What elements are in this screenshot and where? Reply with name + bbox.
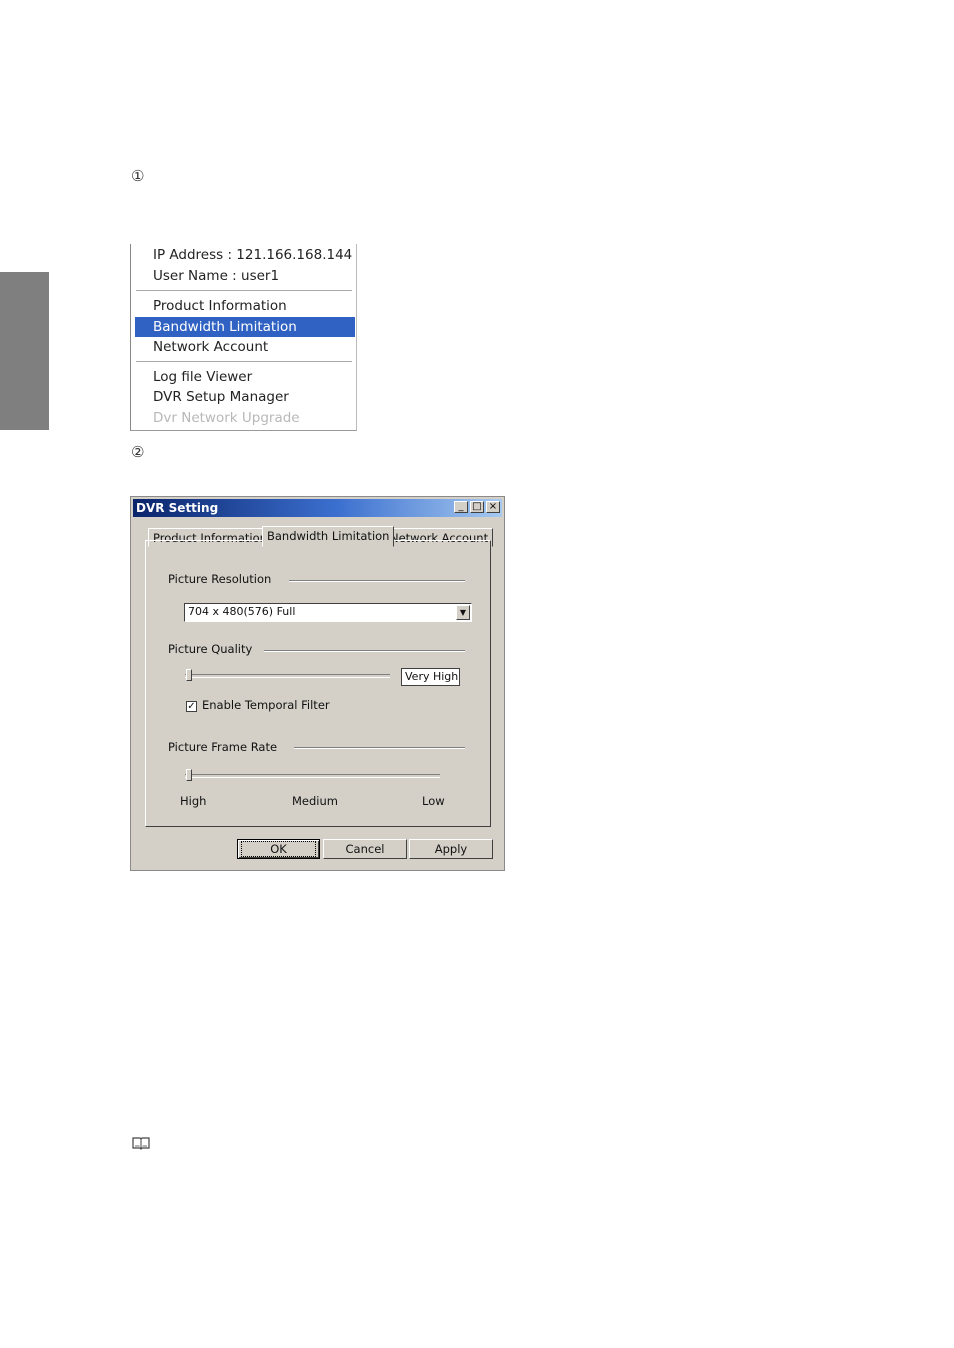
ok-button[interactable]: OK [237,839,320,859]
group-divider [264,650,465,652]
context-menu: IP Address : 121.166.168.144 User Name :… [130,244,357,431]
picture-quality-label: Picture Quality [168,642,253,656]
menu-separator [136,361,352,363]
menu-separator [136,290,352,292]
picture-frame-rate-label: Picture Frame Rate [168,740,278,754]
group-divider [289,580,465,582]
dvr-setting-dialog: DVR Setting _ □ × Product Information Ba… [130,496,505,871]
frame-rate-slider-track[interactable] [185,774,440,778]
menu-item-log-file-viewer[interactable]: Log file Viewer [153,367,252,387]
step-2-marker: ② [131,443,145,461]
menu-ip-address: IP Address : 121.166.168.144 [153,247,353,263]
close-icon[interactable]: × [486,501,500,513]
dialog-title: DVR Setting [136,501,219,515]
tab-bandwidth-limitation[interactable]: Bandwidth Limitation [262,526,395,547]
cancel-button[interactable]: Cancel [323,839,407,859]
menu-item-network-account[interactable]: Network Account [153,337,268,357]
quality-slider-track[interactable] [185,674,390,678]
frame-rate-tick-medium: Medium [292,794,338,808]
menu-item-dvr-setup-manager[interactable]: DVR Setup Manager [153,387,289,407]
frame-rate-slider-thumb[interactable] [186,769,192,781]
book-icon [132,1136,150,1154]
resolution-select[interactable]: 704 x 480(576) Full ▼ [184,603,472,622]
frame-rate-tick-high: High [180,794,207,808]
menu-item-dvr-network-upgrade: Dvr Network Upgrade [153,410,300,426]
apply-button[interactable]: Apply [409,839,493,859]
picture-resolution-label: Picture Resolution [168,572,272,586]
temporal-filter-label[interactable]: Enable Temporal Filter [202,698,330,712]
menu-user-name: User Name : user1 [153,268,280,284]
frame-rate-tick-low: Low [422,794,445,808]
group-divider [294,747,465,749]
menu-item-product-information[interactable]: Product Information [153,296,287,316]
menu-item-bandwidth-limitation[interactable]: Bandwidth Limitation [135,317,355,337]
minimize-icon[interactable]: _ [454,501,468,513]
quality-value-box: Very High [401,668,460,686]
ok-button-label: OK [241,841,316,857]
step-1-marker: ① [131,167,145,185]
quality-slider-thumb[interactable] [186,669,192,681]
dialog-titlebar[interactable]: DVR Setting [133,499,502,517]
maximize-icon[interactable]: □ [470,501,484,513]
chevron-down-icon[interactable]: ▼ [456,605,470,620]
resolution-select-value: 704 x 480(576) Full [188,605,296,618]
chapter-side-tab [0,272,49,430]
temporal-filter-checkbox[interactable]: ✓ [186,701,197,712]
